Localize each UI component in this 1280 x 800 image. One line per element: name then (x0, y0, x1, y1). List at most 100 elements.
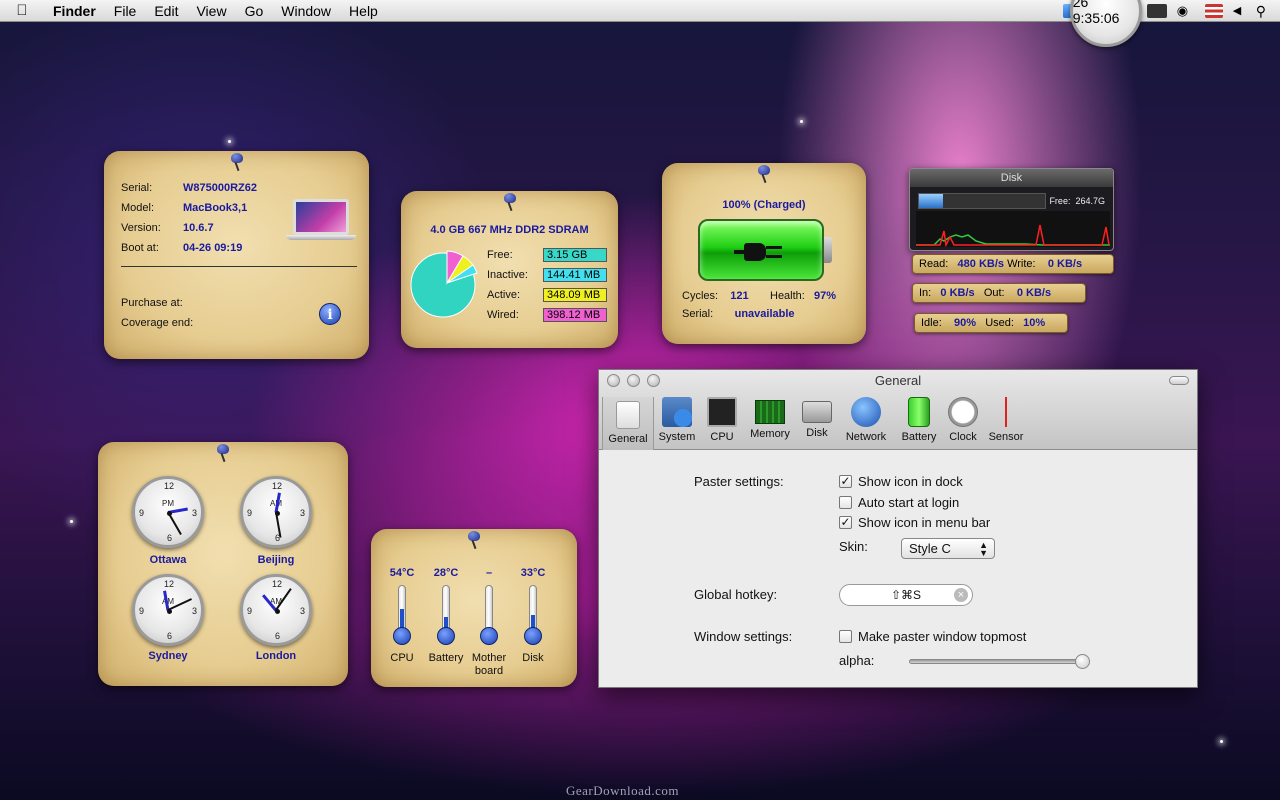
macbook-icon (286, 199, 356, 245)
coverage-row: Coverage end: (121, 317, 193, 329)
tab-sensor[interactable]: Sensor (980, 397, 1032, 443)
checkbox-checked[interactable]: ✓ (839, 516, 852, 529)
clear-hotkey-icon[interactable]: × (954, 588, 968, 602)
version-label: Version: (121, 222, 161, 234)
serial-label: Serial: (121, 182, 153, 194)
temperature-value: – (485, 567, 493, 579)
apple-menu-icon[interactable]:  (0, 2, 44, 19)
menu-file[interactable]: File (105, 3, 146, 19)
pushpin-icon (503, 193, 517, 211)
battery-serial-value: unavailable (734, 308, 795, 320)
updown-arrows-icon: ▲ ▼ (979, 540, 988, 558)
tab-network-label: Network (845, 431, 887, 443)
memory-widget[interactable]: 4.0 GB 667 MHz DDR2 SDRAM Free: 3.15 GB I… (401, 191, 618, 348)
write-value: 0 KB/s (1047, 258, 1083, 270)
menubar-clock[interactable]: Tue Apr 26 9:35:06 (1069, 0, 1142, 47)
used-label: Used: (985, 317, 1014, 329)
us-flag-input-icon[interactable] (1204, 4, 1223, 18)
disk-title: Disk (910, 169, 1113, 187)
tab-system-label: System (658, 431, 696, 443)
temperature-widget[interactable]: 54°C CPU 28°C Battery – Mother board 33°C Disk (371, 529, 577, 687)
memory-wired-label: Wired: (487, 309, 519, 321)
world-clock-widget[interactable]: 12 3 6 9 PM Ottawa 12 3 6 9 AM Beijing 12 3 6 9 AM Sydney… (98, 442, 348, 686)
divider (121, 266, 357, 267)
clock-number: 12 (272, 579, 283, 589)
disk-usage-bar (918, 193, 1046, 209)
clock-number: 9 (247, 508, 253, 518)
show-in-dock-checkbox[interactable]: ✓ Show icon in dock (839, 474, 963, 489)
auto-start-checkbox[interactable]: Auto start at login (839, 495, 959, 510)
skin-label: Skin: (839, 539, 868, 554)
tab-memory-label: Memory (750, 428, 790, 440)
tab-memory[interactable]: Memory (744, 397, 796, 440)
system-info-icon (662, 397, 692, 427)
memory-free-label: Free: (487, 249, 513, 261)
spotlight-search-icon[interactable]: ⚲ (1256, 3, 1266, 20)
temperature-value: 28°C (433, 567, 459, 579)
tab-disk[interactable]: Disk (791, 397, 843, 439)
menu-edit[interactable]: Edit (145, 3, 187, 19)
tab-cpu[interactable]: CPU (696, 397, 748, 443)
checkbox-unchecked[interactable] (839, 630, 852, 643)
purchase-row: Purchase at: (121, 297, 183, 309)
skin-select[interactable]: Style C ▲ ▼ (901, 538, 995, 559)
out-label: Out: (983, 287, 1005, 299)
thermometer-icon (436, 585, 456, 645)
clock-number: 3 (191, 508, 197, 518)
disk-free: Free: 264.7G (1049, 196, 1105, 206)
write-label: Write: (1007, 258, 1036, 270)
battery-widget[interactable]: 100% (Charged) Cycles: 121 Health: 97% S… (662, 163, 866, 344)
menu-window[interactable]: Window (272, 3, 340, 19)
alpha-slider[interactable] (909, 654, 1090, 669)
clock-ampm: AM (270, 597, 282, 606)
battery-menubar-icon[interactable] (1146, 4, 1167, 18)
menu-view[interactable]: View (187, 3, 235, 19)
idle-value: 90% (954, 317, 977, 329)
window-settings-label: Window settings: (694, 629, 793, 644)
alpha-slider-knob[interactable] (1075, 654, 1090, 669)
temperature-sensor-name: Disk (522, 652, 544, 664)
wifi-icon[interactable]: ◉ (1177, 4, 1195, 18)
hotkey-field[interactable]: ⇧⌘S × (839, 584, 973, 606)
memory-active-row: Active: 348.09 MB (487, 288, 607, 302)
topmost-label: Make paster window topmost (858, 629, 1027, 644)
disk-monitor-widget[interactable]: Disk Free: 264.7G (909, 168, 1114, 251)
tab-general-label: General (608, 433, 648, 445)
out-value: 0 KB/s (1016, 287, 1052, 299)
system-info-widget[interactable]: Serial: W875000RZ62 Model: MacBook3,1 Vers… (104, 151, 369, 359)
clock-number: 12 (164, 481, 175, 491)
battery-icon (908, 397, 930, 427)
memory-title: 4.0 GB 667 MHz DDR2 SDRAM (430, 224, 589, 236)
checkbox-checked[interactable]: ✓ (839, 475, 852, 488)
menu-app-finder[interactable]: Finder (44, 3, 105, 19)
toolbar-toggle-button[interactable] (1169, 376, 1189, 385)
volume-icon[interactable]: ◀ (1233, 4, 1251, 18)
show-in-menubar-checkbox[interactable]: ✓ Show icon in menu bar (839, 515, 990, 530)
cpu-chip-icon (707, 397, 737, 427)
tab-general[interactable]: General (602, 397, 654, 450)
memory-free-value: 3.15 GB (543, 248, 607, 262)
disk-read-write-pill: Read: 480 KB/s Write: 0 KB/s (912, 254, 1114, 274)
menu-bar:  Finder File Edit View Go Window Help ◉… (0, 0, 1280, 47)
memory-wired-row: Wired: 398.12 MB (487, 308, 607, 322)
memory-inactive-label: Inactive: (487, 269, 528, 281)
memory-active-value: 348.09 MB (543, 288, 607, 302)
window-titlebar: General General System CPU Memory Disk N… (599, 370, 1197, 450)
battery-health-row: Health: 97% (770, 290, 836, 302)
globe-icon (851, 397, 881, 427)
menu-go[interactable]: Go (236, 3, 273, 19)
tab-network[interactable]: Network (840, 397, 892, 443)
cycles-value: 121 (730, 290, 749, 302)
clock-icon (948, 397, 978, 427)
coverage-label: Coverage end: (121, 317, 194, 329)
watermark: GearDownload.com (566, 783, 680, 798)
checkbox-unchecked[interactable] (839, 496, 852, 509)
menu-help[interactable]: Help (340, 3, 387, 19)
info-icon[interactable]: i (319, 303, 341, 325)
clock-number: 9 (247, 606, 253, 616)
serial-row: Serial: W875000RZ62 (121, 182, 257, 194)
clock-number: 6 (167, 631, 173, 641)
topmost-checkbox[interactable]: Make paster window topmost (839, 629, 1026, 644)
power-plug-icon (734, 243, 788, 261)
show-in-menubar-label: Show icon in menu bar (858, 515, 991, 530)
